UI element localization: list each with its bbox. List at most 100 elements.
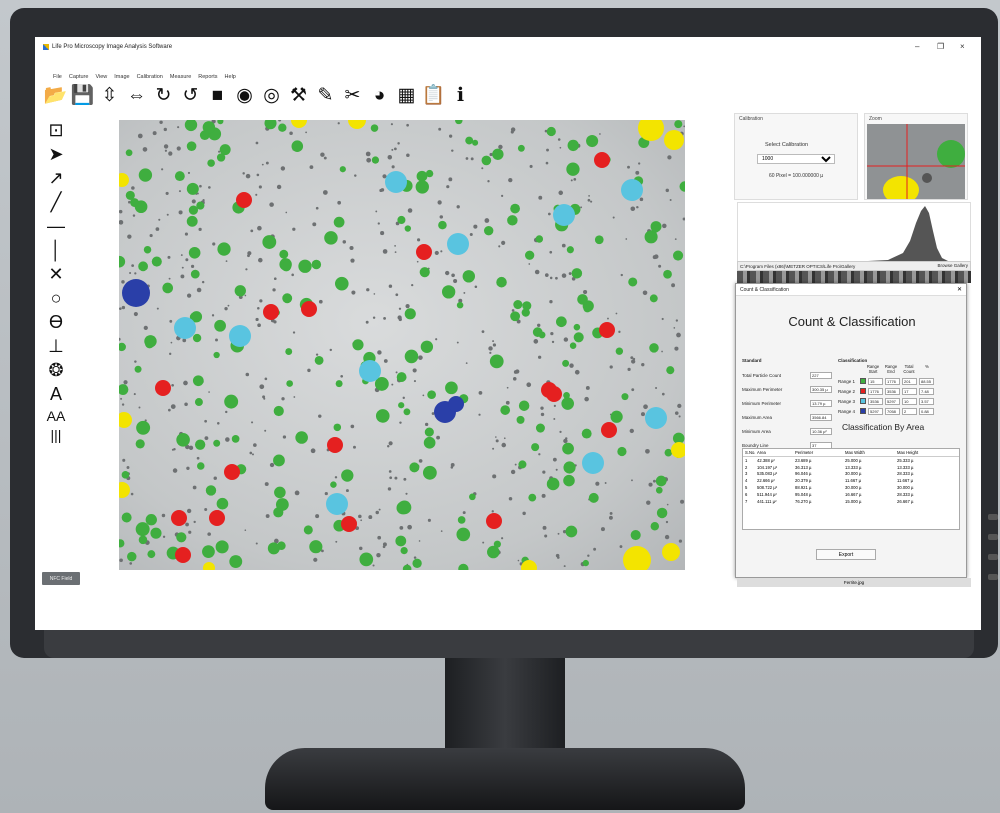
menu-capture[interactable]: Capture — [69, 74, 89, 80]
classification-header-cell: Total Count — [903, 364, 915, 374]
flip-vertical-icon[interactable]: ⇳ — [99, 85, 120, 106]
circle-diameter-icon[interactable]: ϴ — [45, 311, 67, 333]
circle-icon[interactable]: ○ — [45, 287, 67, 309]
range-start-field[interactable]: 15 — [868, 377, 883, 385]
range-pct-field[interactable]: 3.57 — [919, 397, 934, 405]
menu-help[interactable]: Help — [225, 74, 236, 80]
standard-row: Minimum Area 10.36 µ² — [742, 424, 832, 438]
range-count-field[interactable]: 2 — [902, 407, 917, 415]
cyan-particle — [621, 179, 643, 201]
measurement-table[interactable]: S.No. Area Perimeter Max Width Max Height 1 42… — [742, 448, 960, 530]
yellow-boundary-particle — [119, 482, 130, 498]
menu-file[interactable]: File — [53, 74, 62, 80]
video-camera-icon[interactable]: ■ — [207, 85, 228, 106]
range-pct-field[interactable]: 88.55 — [919, 377, 934, 385]
save-icon[interactable]: 💾 — [71, 85, 95, 106]
menu-image[interactable]: Image — [114, 74, 129, 80]
range-start-field[interactable]: 1776 — [868, 387, 883, 395]
particle-icon[interactable]: ❂ — [45, 359, 67, 381]
range-pct-field[interactable]: 7.48 — [919, 387, 934, 395]
dialog-close-button[interactable]: ✕ — [957, 286, 962, 293]
range-count-field[interactable]: 17 — [902, 387, 917, 395]
green-particle — [314, 355, 324, 365]
table-row[interactable]: 7 441.111 µ² 76.270 µ 15.000 µ 26.667 µ — [743, 498, 959, 505]
maximize-button[interactable]: ❐ — [937, 42, 944, 51]
table-row[interactable]: 1 42.388 µ² 23.689 µ 25.000 µ 25.333 µ — [743, 457, 959, 464]
info-icon[interactable]: ℹ — [450, 85, 471, 106]
range-start-field[interactable]: 5297 — [868, 407, 883, 415]
ruler-icon[interactable]: ✎ — [315, 85, 336, 106]
open-folder-icon[interactable]: 📂 — [44, 85, 68, 106]
horizontal-line-icon[interactable]: — — [45, 215, 67, 237]
line-icon[interactable]: ╱ — [45, 191, 67, 213]
table-header-cell: Perimeter — [795, 450, 814, 455]
status-button[interactable]: NFC Field — [42, 572, 80, 585]
green-particle — [205, 485, 217, 496]
classification-header-cell: Range Start — [866, 364, 880, 374]
menu-calibration[interactable]: Calibration — [137, 74, 163, 80]
calibration-caption: Calibration — [739, 116, 763, 122]
export-button[interactable]: Export — [816, 549, 876, 560]
microscopy-image-canvas[interactable] — [119, 120, 685, 570]
rotate-right-icon[interactable]: ↻ — [153, 85, 174, 106]
green-particle — [282, 293, 293, 304]
range-label: Range 4 — [838, 408, 856, 414]
barcode-icon[interactable]: ||| — [45, 426, 67, 443]
menu-measure[interactable]: Measure — [170, 74, 191, 80]
browse-gallery-button[interactable]: Browse Gallery — [937, 263, 968, 268]
scissors-icon[interactable]: ✂ — [342, 85, 363, 106]
table-row[interactable]: 3 535.083 µ² 96.046 µ 30.000 µ 28.333 µ — [743, 471, 959, 478]
vertical-line-icon[interactable]: │ — [45, 239, 67, 261]
minimize-button[interactable]: – — [915, 42, 919, 51]
menu-reports[interactable]: Reports — [198, 74, 217, 80]
range-end-field[interactable]: 7058 — [885, 407, 900, 415]
monitor-stand-base — [265, 748, 745, 810]
range-color-swatch[interactable] — [860, 408, 866, 414]
menu-view[interactable]: View — [95, 74, 107, 80]
table-row[interactable]: 4 22.666 µ² 20.379 µ 11.667 µ 11.667 µ — [743, 477, 959, 484]
close-button[interactable]: × — [960, 42, 965, 51]
table-row[interactable]: 2 104.197 µ² 36.313 µ 13.333 µ 13.333 µ — [743, 464, 959, 471]
green-particle — [518, 400, 530, 411]
pointer-arrow-icon[interactable]: ➤ — [45, 143, 67, 165]
arrow-line-icon[interactable]: ↗ — [45, 167, 67, 189]
flip-horizontal-icon[interactable]: ⇔ — [126, 85, 147, 106]
range-start-field[interactable]: 3536 — [868, 397, 883, 405]
table-row[interactable]: 5 508.722 µ² 88.921 µ 30.000 µ 30.000 µ — [743, 484, 959, 491]
perpendicular-icon[interactable]: ⊥ — [45, 335, 67, 357]
range-color-swatch[interactable] — [860, 378, 866, 384]
range-count-field[interactable]: 201 — [902, 377, 917, 385]
grid-table-icon[interactable]: ▦ — [396, 85, 417, 106]
range-end-field[interactable]: 5297 — [885, 397, 900, 405]
calibration-select[interactable]: 1000 — [757, 154, 835, 164]
green-particle — [231, 434, 240, 443]
pick-tool-icon[interactable]: ⚒ — [288, 85, 309, 106]
gallery-thumbnails[interactable] — [737, 271, 971, 283]
table-cell: 88.921 µ — [795, 485, 812, 491]
range-count-field[interactable]: 10 — [902, 397, 917, 405]
green-particle — [615, 347, 624, 355]
yellow-boundary-particle — [119, 412, 132, 428]
camera-icon[interactable]: ◉ — [234, 85, 255, 106]
green-particle — [396, 372, 407, 382]
snapshot-icon[interactable]: ⊡ — [45, 119, 67, 141]
range-end-field[interactable]: 3536 — [885, 387, 900, 395]
range-end-field[interactable]: 1776 — [885, 377, 900, 385]
cross-icon[interactable]: ✕ — [45, 263, 67, 285]
text-icon[interactable]: A — [45, 383, 67, 405]
aperture-icon[interactable]: ◎ — [261, 85, 282, 106]
green-particle — [213, 351, 220, 359]
report-icon[interactable]: 📋 — [422, 85, 446, 106]
zoom-view[interactable] — [867, 124, 965, 199]
rotate-left-icon[interactable]: ↺ — [180, 85, 201, 106]
green-particle — [192, 375, 204, 387]
range-color-swatch[interactable] — [860, 388, 866, 394]
text-size-icon[interactable]: AA — [45, 407, 67, 424]
select-calibration-label: Select Calibration — [765, 142, 809, 148]
table-row[interactable]: 6 511.944 µ² 95.048 µ 16.667 µ 28.333 µ — [743, 491, 959, 498]
range-pct-field[interactable]: 0.88 — [919, 407, 934, 415]
green-particle — [425, 169, 434, 178]
pie-chart-icon[interactable]: ◕ — [369, 85, 390, 106]
range-color-swatch[interactable] — [860, 398, 866, 404]
red-particle — [341, 516, 357, 532]
